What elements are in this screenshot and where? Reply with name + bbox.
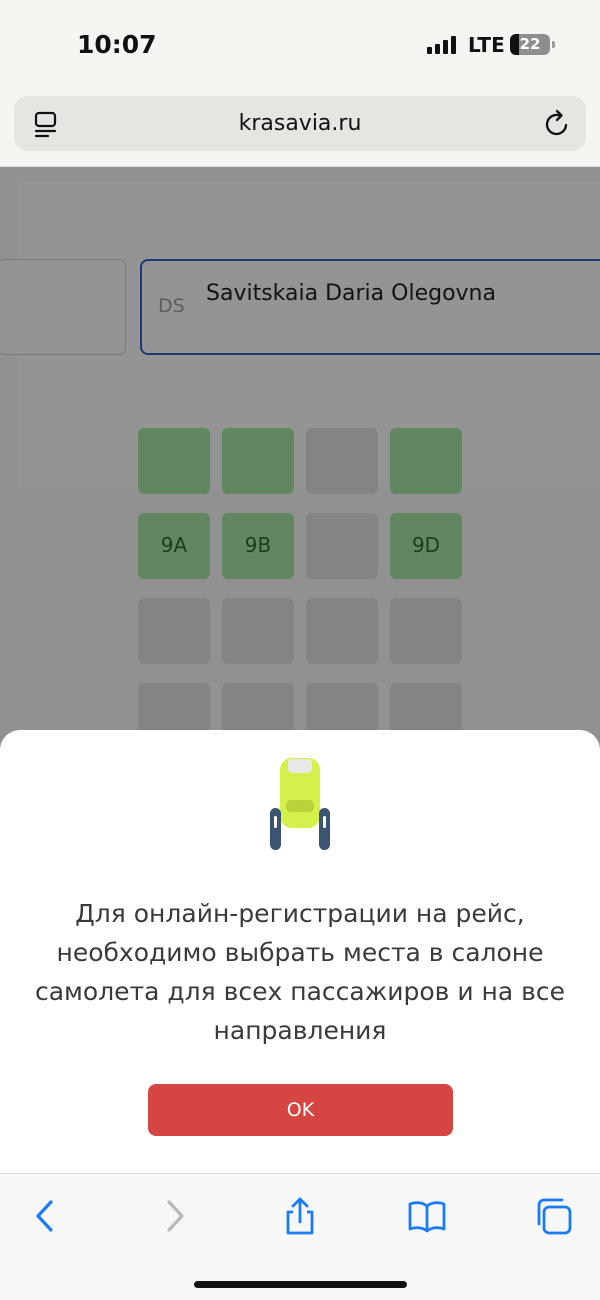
network-type: LTE [468,33,505,57]
back-icon[interactable] [26,1196,66,1236]
screen: 10:07 LTE 22 krasavia.ru DS Savitskaia D… [0,0,600,1300]
ok-button[interactable]: OK [148,1084,453,1136]
airplane-seat-icon [270,758,330,850]
browser-address-area: krasavia.ru [0,90,600,167]
browser-toolbar [0,1173,600,1300]
battery-tip [552,41,555,48]
bookmarks-icon[interactable] [407,1196,447,1236]
tabs-icon[interactable] [534,1196,574,1236]
status-time: 10:07 [77,30,157,59]
url-text[interactable]: krasavia.ru [14,111,586,136]
battery-icon: 22 [510,34,550,55]
reload-icon[interactable] [542,109,572,139]
address-bar[interactable]: krasavia.ru [14,96,586,151]
share-icon[interactable] [280,1196,320,1236]
battery-level: 22 [519,35,541,53]
status-bar: 10:07 LTE 22 [0,0,600,90]
home-indicator [194,1281,407,1288]
modal-message: Для онлайн-регистрации на рейс, необходи… [34,899,566,1045]
alert-modal: Для онлайн-регистрации на рейс, необходи… [0,730,600,1173]
forward-icon[interactable] [155,1196,195,1236]
cellular-signal-icon [427,36,459,54]
